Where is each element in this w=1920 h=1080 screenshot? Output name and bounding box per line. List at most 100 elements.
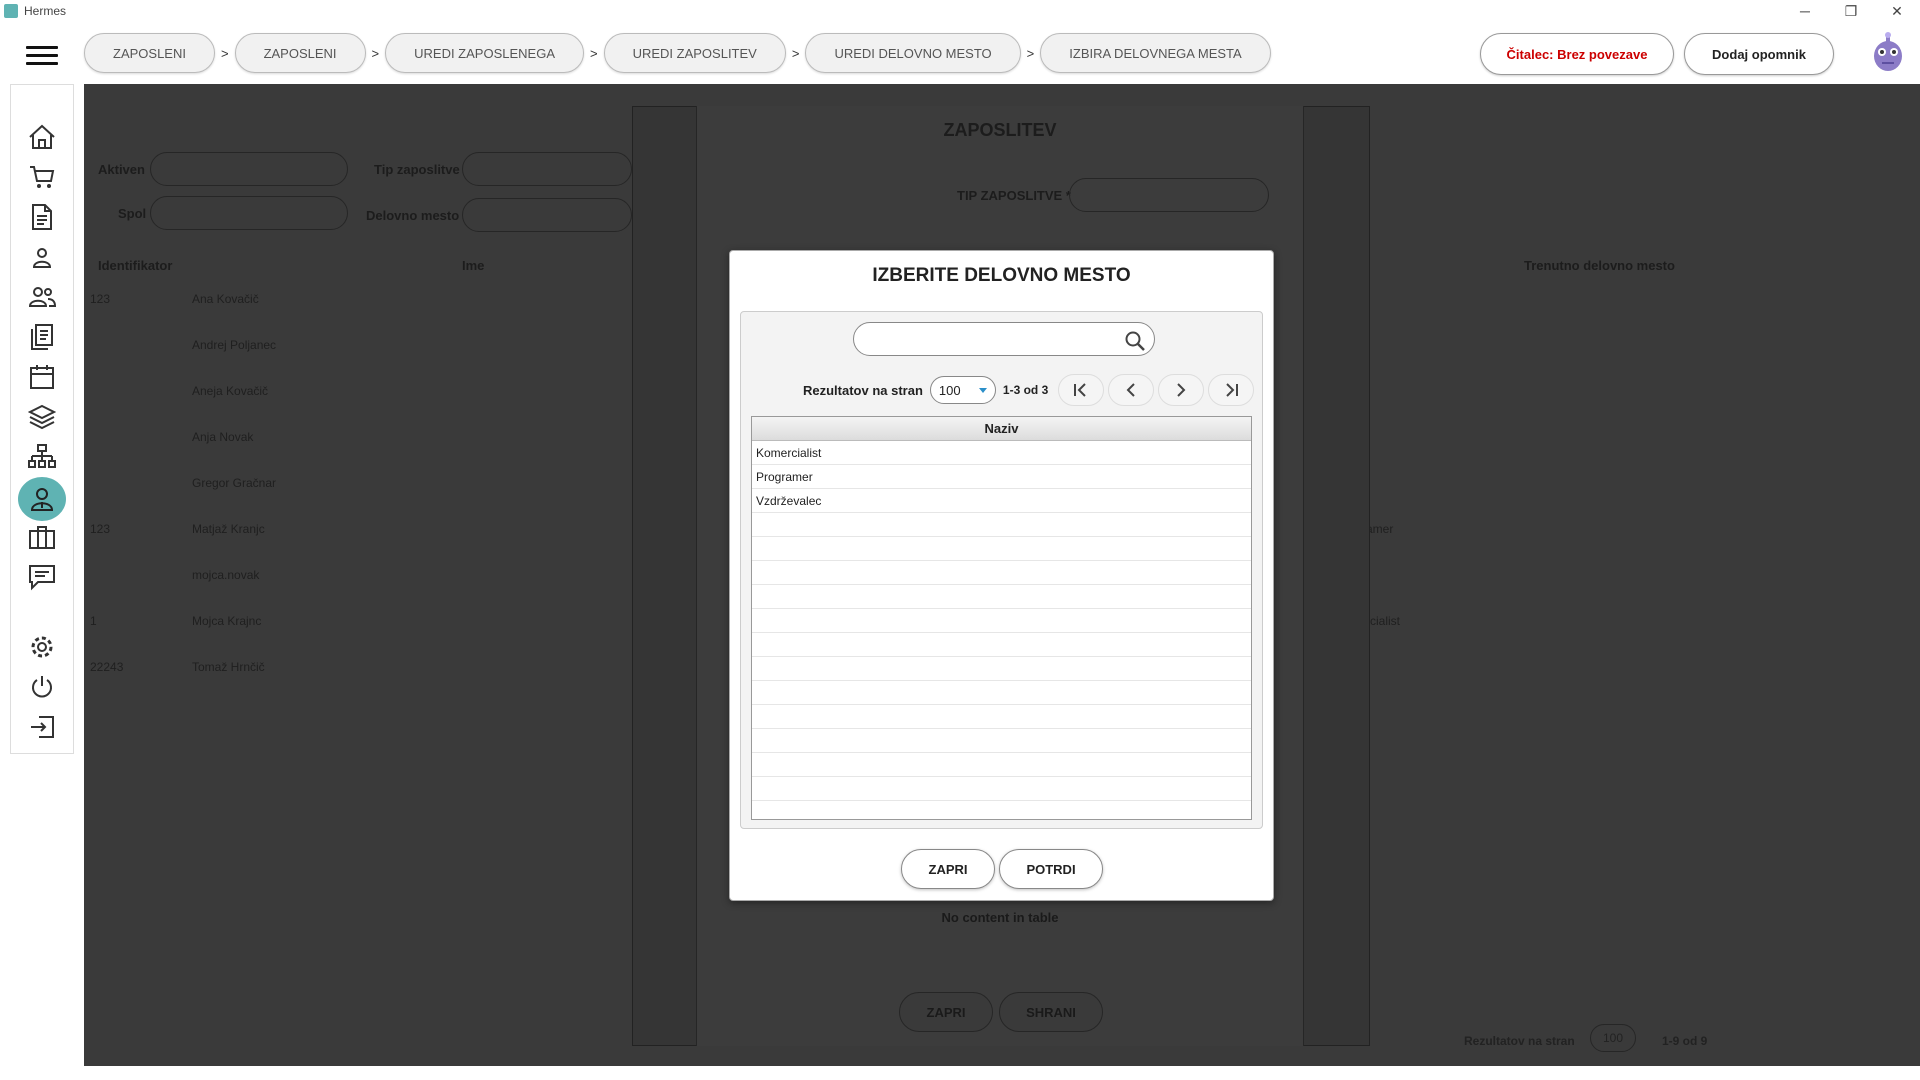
row-name: Andrej Poljanec [192,338,277,352]
column-header-id: Identifikator [98,258,173,273]
breadcrumb-separator: > [590,45,598,61]
breadcrumb-separator: > [1026,45,1035,61]
empty-row [752,561,1251,585]
minimize-icon[interactable]: ─ [1782,0,1828,22]
per-page-select[interactable]: 100 [929,376,996,404]
close-window-icon[interactable]: ✕ [1874,0,1920,22]
employment-type-filter-select [462,152,632,186]
home-icon[interactable] [19,117,65,157]
restore-icon[interactable]: ❐ [1828,0,1874,22]
employment-type-input [1069,178,1269,212]
table-row[interactable]: Programer [752,465,1251,489]
breadcrumb-separator: > [371,45,380,61]
calendar-icon[interactable] [19,357,65,397]
row-name: Gregor Gračnar [192,476,277,490]
breadcrumb: ZAPOSLENI > ZAPOSLENI > UREDI ZAPOSLENEG… [84,33,1271,73]
workplace-filter-input [462,198,632,232]
employment-type-filter-label: Tip zaposlitve [374,162,460,177]
pagination: Rezultatov na stran 100 1-3 od 3 [803,374,1258,406]
briefcase-icon[interactable] [19,517,65,557]
window-titlebar: Hermes ─ ❐ ✕ [0,0,1920,22]
breadcrumb-item[interactable]: ZAPOSLENI [84,33,215,73]
row-name: Ana Kovačič [192,292,259,306]
column-header-name[interactable]: Naziv [752,417,1251,441]
empty-row [752,777,1251,801]
pagination-range: 1-9 od 9 [1662,1034,1708,1048]
chevron-right-icon [1177,383,1186,397]
pagination-range: 1-3 od 3 [1002,383,1049,397]
empty-row [752,585,1251,609]
table-row[interactable]: Vzdrževalec [752,489,1251,513]
chat-icon[interactable] [19,557,65,597]
breadcrumb-item[interactable]: UREDI ZAPOSLENEGA [385,33,584,73]
breadcrumb-item[interactable]: UREDI ZAPOSLITEV [603,33,786,73]
previous-page-button[interactable] [1108,374,1155,406]
breadcrumb-item[interactable]: ZAPOSLENI [234,33,366,73]
close-button[interactable]: ZAPRI [901,849,995,889]
search-box [853,322,1155,356]
row-id: 123 [90,292,111,306]
confirm-button[interactable]: POTRDI [999,849,1103,889]
first-page-button[interactable] [1058,374,1105,406]
per-page-value: 100 [938,382,961,398]
layers-icon[interactable] [19,397,65,437]
cart-icon[interactable] [19,157,65,197]
column-header-current-workplace: Trenutno delovno mesto [1524,258,1675,273]
row-name: Mojca Krajnc [192,614,262,628]
table-row[interactable]: Komercialist [752,441,1251,465]
modal-title: IZBERITE DELOVNO MESTO [872,265,1131,286]
search-icon[interactable] [1124,330,1146,352]
row-name: Aneja Kovačič [192,384,269,398]
employment-save-button: SHRANI [999,992,1103,1032]
row-name: Matjaž Kranjc [192,522,265,536]
chevron-down-icon [978,387,987,393]
row-name: Tomaž Hrnčič [192,660,265,674]
window-title: Hermes [24,4,67,18]
row-id: 22243 [90,660,124,674]
empty-row [752,801,1251,819]
per-page-select: 100 [1590,1024,1637,1052]
add-reminder-button[interactable]: Dodaj opomnik [1684,33,1834,75]
employment-type-label: TIP ZAPOSLITVE * [957,188,1071,203]
gender-filter-select [150,196,348,230]
user-icon[interactable] [19,237,65,277]
users-icon[interactable] [19,277,65,317]
empty-row [752,681,1251,705]
breadcrumb-separator: > [220,45,229,61]
column-header-name: Ime [462,258,485,273]
chevron-left-icon [1126,383,1135,397]
empty-row [752,537,1251,561]
documents-icon[interactable] [19,317,65,357]
settings-icon[interactable] [19,627,65,667]
breadcrumb-item-current[interactable]: IZBIRA DELOVNEGA MESTA [1040,33,1271,73]
document-icon[interactable] [19,197,65,237]
menu-icon[interactable] [26,46,58,66]
empty-row [752,729,1251,753]
active-filter-label: Aktiven [98,162,145,177]
breadcrumb-separator: > [791,45,800,61]
logout-icon[interactable] [19,707,65,747]
workplace-filter-label: Delovno mesto [366,208,460,223]
modal-content-panel: Rezultatov na stran 100 1-3 od 3 Naziv K… [740,311,1263,829]
row-workplace: rcialist [1366,614,1401,628]
first-page-icon [1074,383,1086,397]
breadcrumb-item[interactable]: UREDI DELOVNO MESTO [805,33,1021,73]
next-page-button[interactable] [1158,374,1205,406]
search-input[interactable] [868,330,1108,350]
employee-icon[interactable] [18,477,66,521]
org-chart-icon[interactable] [19,437,65,477]
empty-row [752,657,1251,681]
last-page-button[interactable] [1208,374,1255,406]
reader-status-button[interactable]: Čitalec: Brez povezave [1480,33,1674,75]
row-name: Anja Novak [192,430,254,444]
empty-row [752,633,1251,657]
select-workplace-modal: IZBERITE DELOVNO MESTO Rezultatov na str… [729,250,1274,901]
app-icon [4,4,18,18]
empty-row [752,513,1251,537]
row-id: 123 [90,522,111,536]
power-icon[interactable] [19,667,65,707]
row-id: 1 [90,614,97,628]
user-avatar-icon[interactable] [1870,32,1906,72]
gender-filter-label: Spol [118,206,147,221]
empty-row [752,705,1251,729]
